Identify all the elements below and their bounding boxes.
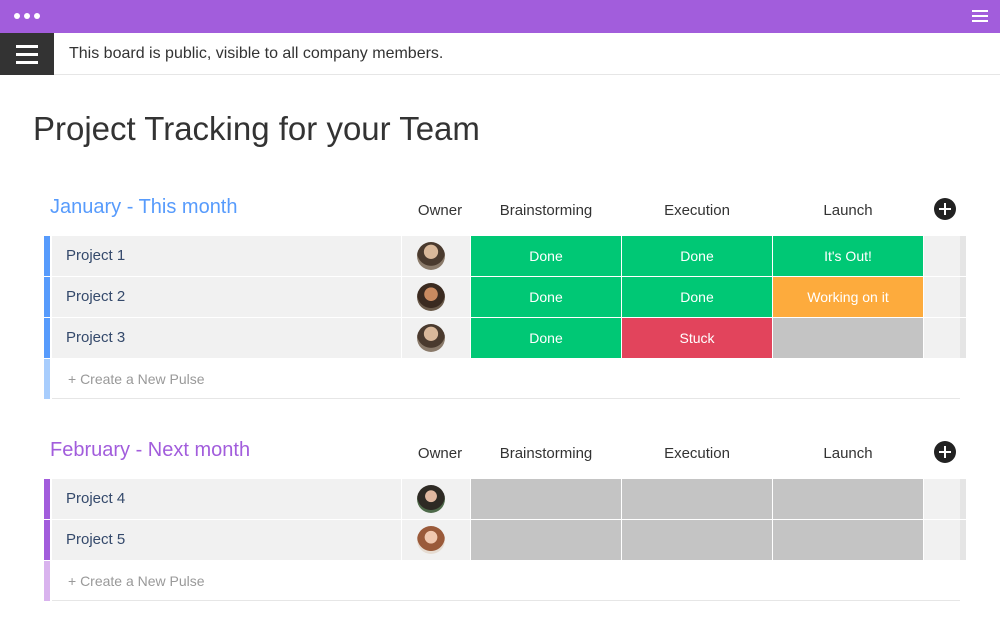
- row-edge: [960, 479, 966, 519]
- table-row[interactable]: Project 2 Done Done Working on it: [44, 277, 966, 318]
- hamburger-icon[interactable]: [0, 33, 54, 75]
- owner-cell[interactable]: [402, 318, 470, 358]
- row-edge: [960, 318, 966, 358]
- board-topbar: This board is public, visible to all com…: [0, 33, 1000, 75]
- add-column-icon[interactable]: [934, 441, 956, 463]
- pulse-name[interactable]: Project 3: [66, 329, 125, 346]
- create-pulse-row[interactable]: + Create a New Pulse: [44, 359, 966, 399]
- row-color-stripe: [44, 277, 50, 317]
- group-header: January - This month Owner Brainstorming…: [44, 184, 966, 236]
- status-cell-brainstorming[interactable]: [471, 520, 621, 560]
- create-pulse-input[interactable]: + Create a New Pulse: [52, 359, 960, 399]
- table-row[interactable]: Project 5: [44, 520, 966, 561]
- pulse-name[interactable]: Project 2: [66, 288, 125, 305]
- column-header-owner[interactable]: Owner: [402, 445, 478, 462]
- status-cell-brainstorming[interactable]: Done: [471, 277, 621, 317]
- pulse-name-cell[interactable]: Project 1: [52, 236, 401, 276]
- status-cell-launch[interactable]: [773, 318, 923, 358]
- create-pulse-input[interactable]: + Create a New Pulse: [52, 561, 960, 601]
- group-title[interactable]: February - Next month: [50, 439, 250, 462]
- pulse-name-cell[interactable]: Project 2: [52, 277, 401, 317]
- owner-cell[interactable]: [402, 520, 470, 560]
- add-column-icon[interactable]: [934, 198, 956, 220]
- avatar[interactable]: [417, 485, 445, 513]
- board-visibility-notice: This board is public, visible to all com…: [69, 45, 444, 62]
- status-cell-brainstorming[interactable]: [471, 479, 621, 519]
- column-header-execution[interactable]: Execution: [622, 445, 772, 462]
- status-cell-launch[interactable]: [773, 520, 923, 560]
- row-color-stripe: [44, 520, 50, 560]
- column-header-brainstorming[interactable]: Brainstorming: [471, 202, 621, 219]
- row-end-cell: [924, 236, 960, 276]
- pulse-name[interactable]: Project 5: [66, 531, 125, 548]
- avatar[interactable]: [417, 526, 445, 554]
- row-color-stripe: [44, 236, 50, 276]
- status-cell-launch[interactable]: Working on it: [773, 277, 923, 317]
- row-edge: [960, 236, 966, 276]
- group-february: February - Next month Owner Brainstormin…: [44, 427, 966, 601]
- avatar[interactable]: [417, 324, 445, 352]
- status-cell-execution[interactable]: [622, 479, 772, 519]
- column-header-launch[interactable]: Launch: [773, 445, 923, 462]
- pulse-name[interactable]: Project 4: [66, 490, 125, 507]
- status-cell-execution[interactable]: Stuck: [622, 318, 772, 358]
- owner-cell[interactable]: [402, 236, 470, 276]
- row-color-stripe: [44, 561, 50, 601]
- row-end-cell: [924, 318, 960, 358]
- avatar[interactable]: [417, 242, 445, 270]
- column-header-owner[interactable]: Owner: [402, 202, 478, 219]
- row-color-stripe: [44, 479, 50, 519]
- status-cell-execution[interactable]: Done: [622, 277, 772, 317]
- status-cell-brainstorming[interactable]: Done: [471, 236, 621, 276]
- row-edge: [960, 520, 966, 560]
- pulse-name-cell[interactable]: Project 4: [52, 479, 401, 519]
- column-header-brainstorming[interactable]: Brainstorming: [471, 445, 621, 462]
- row-edge: [960, 277, 966, 317]
- pulse-name[interactable]: Project 1: [66, 247, 125, 264]
- window-titlebar: [0, 0, 1000, 33]
- status-cell-brainstorming[interactable]: Done: [471, 318, 621, 358]
- status-cell-launch[interactable]: [773, 479, 923, 519]
- window-dots-icon[interactable]: [14, 13, 40, 19]
- status-cell-execution[interactable]: Done: [622, 236, 772, 276]
- owner-cell[interactable]: [402, 479, 470, 519]
- row-end-cell: [924, 520, 960, 560]
- status-cell-launch[interactable]: It's Out!: [773, 236, 923, 276]
- avatar[interactable]: [417, 283, 445, 311]
- column-header-execution[interactable]: Execution: [622, 202, 772, 219]
- owner-cell[interactable]: [402, 277, 470, 317]
- row-color-stripe: [44, 318, 50, 358]
- create-pulse-label[interactable]: + Create a New Pulse: [68, 573, 205, 589]
- create-pulse-label[interactable]: + Create a New Pulse: [68, 371, 205, 387]
- board-title[interactable]: Project Tracking for your Team: [33, 110, 480, 148]
- window-menu-icon[interactable]: [972, 10, 988, 22]
- group-january: January - This month Owner Brainstorming…: [44, 184, 966, 399]
- group-header: February - Next month Owner Brainstormin…: [44, 427, 966, 479]
- table-row[interactable]: Project 3 Done Stuck: [44, 318, 966, 359]
- status-cell-execution[interactable]: [622, 520, 772, 560]
- pulse-name-cell[interactable]: Project 5: [52, 520, 401, 560]
- row-end-cell: [924, 479, 960, 519]
- pulse-name-cell[interactable]: Project 3: [52, 318, 401, 358]
- group-title[interactable]: January - This month: [50, 196, 238, 219]
- create-pulse-row[interactable]: + Create a New Pulse: [44, 561, 966, 601]
- row-color-stripe: [44, 359, 50, 399]
- table-row[interactable]: Project 4: [44, 479, 966, 520]
- column-header-launch[interactable]: Launch: [773, 202, 923, 219]
- row-end-cell: [924, 277, 960, 317]
- table-row[interactable]: Project 1 Done Done It's Out!: [44, 236, 966, 277]
